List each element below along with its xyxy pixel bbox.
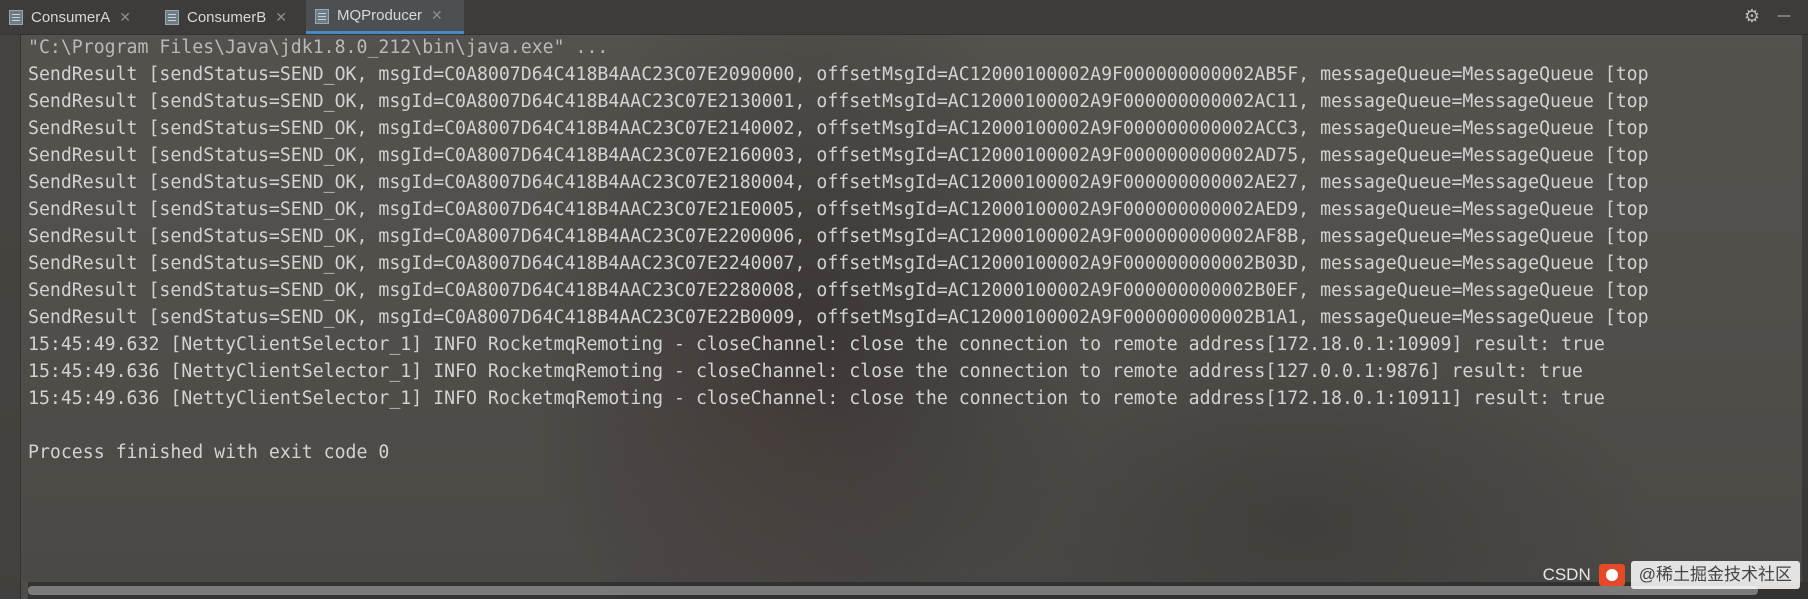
watermark-logo-icon — [1598, 564, 1625, 586]
console-line: SendResult [sendStatus=SEND_OK, msgId=C0… — [28, 280, 1649, 301]
console-line: SendResult [sendStatus=SEND_OK, msgId=C0… — [28, 199, 1649, 220]
console-line-log: 15:45:49.636 [NettyClientSelector_1] INF… — [28, 388, 1605, 409]
watermark-text: CSDN — [1542, 565, 1591, 584]
console-line: SendResult [sendStatus=SEND_OK, msgId=C0… — [28, 226, 1649, 247]
console-line-exit: Process finished with exit code 0 — [28, 442, 390, 463]
close-icon[interactable]: ✕ — [119, 9, 131, 26]
tab-mq-producer[interactable]: MQProducer ✕ — [306, 0, 464, 34]
run-config-icon — [8, 9, 24, 25]
close-icon[interactable]: ✕ — [431, 7, 443, 24]
run-config-icon — [164, 9, 180, 25]
console-line: SendResult [sendStatus=SEND_OK, msgId=C0… — [28, 145, 1649, 166]
run-console-output[interactable]: "C:\Program Files\Java\jdk1.8.0_212\bin\… — [0, 34, 1808, 582]
console-line-log: 15:45:49.632 [NettyClientSelector_1] INF… — [28, 334, 1605, 355]
scrollbar-thumb[interactable] — [28, 586, 1758, 595]
minimize-icon[interactable]: — — [1774, 6, 1794, 26]
tab-label: ConsumerA — [31, 8, 111, 26]
console-line: SendResult [sendStatus=SEND_OK, msgId=C0… — [28, 172, 1649, 193]
console-line: SendResult [sendStatus=SEND_OK, msgId=C0… — [28, 91, 1649, 112]
console-line: SendResult [sendStatus=SEND_OK, msgId=C0… — [28, 253, 1649, 274]
vertical-scrollbar[interactable] — [1802, 34, 1808, 582]
tab-consumer-b[interactable]: ConsumerB ✕ — [158, 0, 298, 34]
horizontal-scrollbar[interactable] — [28, 582, 1808, 599]
tab-consumer-a[interactable]: ConsumerA ✕ — [0, 0, 148, 34]
tab-label: ConsumerB — [187, 8, 267, 26]
console-line: SendResult [sendStatus=SEND_OK, msgId=C0… — [28, 307, 1649, 328]
watermark-tail: @稀土掘金技术社区 — [1630, 561, 1800, 589]
gear-icon[interactable]: ⚙ — [1742, 7, 1762, 27]
close-icon[interactable]: ✕ — [275, 9, 287, 26]
run-config-icon — [314, 8, 330, 24]
watermark: CSDN @稀土掘金技术社区 — [1543, 559, 1800, 591]
tab-label: MQProducer — [337, 7, 423, 24]
console-line-log: 15:45:49.636 [NettyClientSelector_1] INF… — [28, 361, 1583, 382]
editor-tab-bar: ConsumerA ✕ ConsumerB ✕ MQProducer ✕ ⚙ — — [0, 0, 1808, 35]
console-line: SendResult [sendStatus=SEND_OK, msgId=C0… — [28, 64, 1649, 85]
console-line: SendResult [sendStatus=SEND_OK, msgId=C0… — [28, 118, 1649, 139]
console-line-command: "C:\Program Files\Java\jdk1.8.0_212\bin\… — [28, 37, 609, 58]
